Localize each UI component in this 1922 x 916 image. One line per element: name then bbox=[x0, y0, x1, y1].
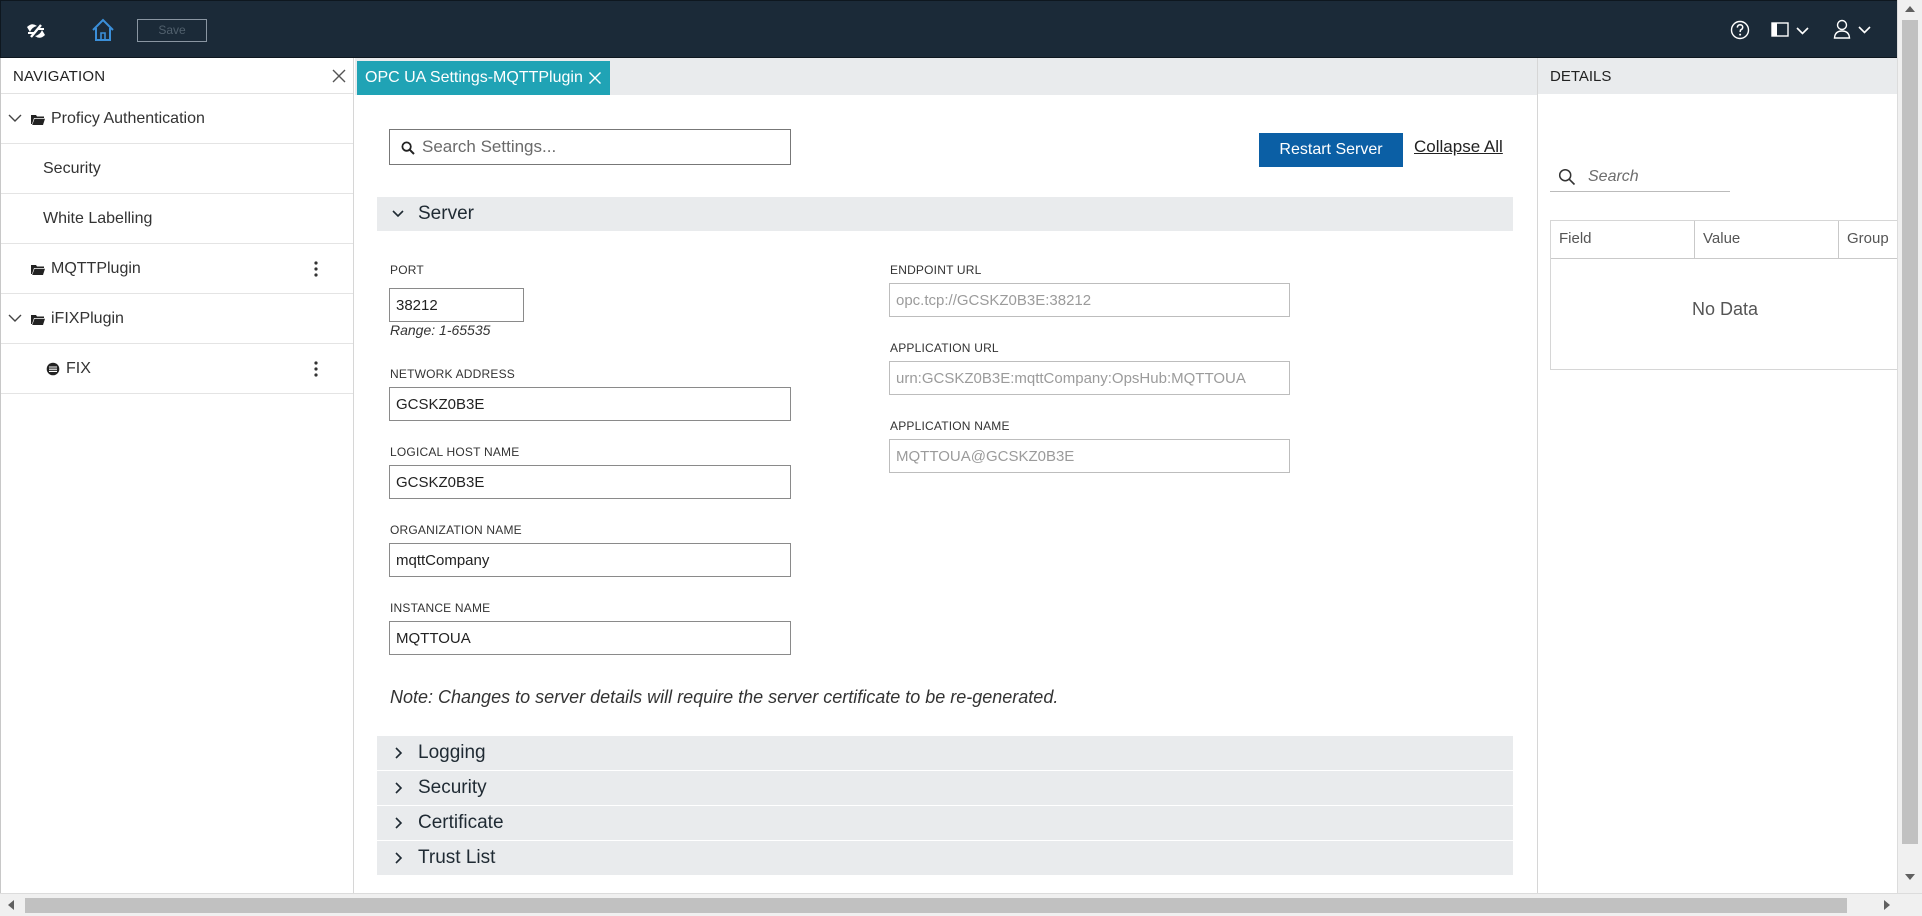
port-label: PORT bbox=[390, 263, 424, 277]
scroll-up-icon[interactable] bbox=[1905, 6, 1915, 12]
port-input[interactable] bbox=[389, 288, 524, 322]
application-name-label: APPLICATION NAME bbox=[890, 419, 1010, 433]
search-icon bbox=[1558, 168, 1576, 186]
folder-icon bbox=[31, 115, 45, 125]
server-note: Note: Changes to server details will req… bbox=[390, 687, 1059, 707]
scroll-left-icon[interactable] bbox=[8, 900, 14, 910]
tab-strip: OPC UA Settings-MQTTPlugin bbox=[355, 58, 1537, 95]
section-title: Server bbox=[418, 203, 474, 224]
tree-item-label: Proficy Authentication bbox=[51, 110, 205, 127]
app-logo-icon[interactable] bbox=[23, 18, 49, 44]
tree-item-label: iFIXPlugin bbox=[51, 310, 124, 327]
instance-name-input[interactable] bbox=[389, 621, 791, 655]
logical-host-name-input[interactable] bbox=[389, 465, 791, 499]
scroll-right-icon[interactable] bbox=[1884, 900, 1890, 910]
navigation-title: NAVIGATION bbox=[13, 68, 106, 85]
chevron-right-icon bbox=[395, 817, 403, 829]
section-trust-list-header[interactable]: Trust List bbox=[377, 841, 1513, 875]
save-button[interactable]: Save bbox=[137, 19, 207, 42]
search-icon bbox=[401, 141, 415, 155]
details-search-box[interactable] bbox=[1550, 162, 1730, 192]
instance-name-label: INSTANCE NAME bbox=[390, 601, 491, 615]
more-options-icon[interactable] bbox=[313, 260, 319, 278]
details-header: DETAILS bbox=[1538, 58, 1897, 94]
database-icon bbox=[46, 362, 60, 376]
search-settings-box[interactable] bbox=[389, 129, 791, 165]
details-table-header: Field Value Group bbox=[1551, 221, 1899, 259]
network-address-input[interactable] bbox=[389, 387, 791, 421]
tree-item-proficy-authentication[interactable]: Proficy Authentication bbox=[1, 94, 353, 144]
tree-item-white-labelling[interactable]: White Labelling bbox=[1, 194, 353, 244]
tree-item-label: Security bbox=[43, 160, 101, 177]
restart-server-button[interactable]: Restart Server bbox=[1259, 133, 1403, 167]
organization-name-label: ORGANIZATION NAME bbox=[390, 523, 522, 537]
details-title: DETAILS bbox=[1550, 68, 1612, 85]
tab-label: OPC UA Settings-MQTTPlugin bbox=[365, 69, 583, 86]
port-range-note: Range: 1-65535 bbox=[390, 322, 491, 338]
column-header-group[interactable]: Group bbox=[1839, 221, 1899, 259]
section-certificate-header[interactable]: Certificate bbox=[377, 806, 1513, 840]
scrollbar-thumb[interactable] bbox=[25, 898, 1847, 913]
chevron-down-icon[interactable] bbox=[8, 312, 22, 324]
organization-name-input[interactable] bbox=[389, 543, 791, 577]
network-address-label: NETWORK ADDRESS bbox=[390, 367, 516, 381]
search-settings-input[interactable] bbox=[422, 136, 782, 158]
horizontal-scrollbar[interactable] bbox=[0, 893, 1922, 916]
user-icon[interactable] bbox=[1833, 18, 1879, 42]
close-icon[interactable] bbox=[588, 71, 602, 85]
application-url-label: APPLICATION URL bbox=[890, 341, 999, 355]
chevron-down-icon bbox=[392, 210, 404, 218]
folder-icon bbox=[31, 265, 45, 275]
settings-content: Restart Server Collapse All Server PORT … bbox=[355, 95, 1537, 893]
endpoint-url-label: ENDPOINT URL bbox=[890, 263, 982, 277]
navigation-panel: NAVIGATION Proficy Authentication Securi… bbox=[0, 58, 354, 893]
vertical-scrollbar[interactable] bbox=[1897, 0, 1922, 893]
chevron-right-icon bbox=[395, 852, 403, 864]
tree-item-ifixplugin[interactable]: iFIXPlugin bbox=[1, 294, 353, 344]
chevron-down-icon[interactable] bbox=[8, 112, 22, 124]
tab-opc-ua-settings[interactable]: OPC UA Settings-MQTTPlugin bbox=[357, 61, 610, 95]
logical-host-name-label: LOGICAL HOST NAME bbox=[390, 445, 520, 459]
details-table: Field Value Group No Data bbox=[1550, 220, 1899, 370]
application-name-input[interactable] bbox=[889, 439, 1290, 473]
tree-item-mqttplugin[interactable]: MQTTPlugin bbox=[1, 244, 353, 294]
navigation-header: NAVIGATION bbox=[1, 58, 353, 94]
home-icon[interactable] bbox=[89, 17, 117, 43]
help-icon[interactable] bbox=[1729, 19, 1751, 41]
tree-item-fix[interactable]: FIX bbox=[1, 344, 353, 394]
section-title: Security bbox=[418, 777, 487, 798]
details-search-input[interactable] bbox=[1588, 166, 1728, 188]
empty-state-text: No Data bbox=[1691, 299, 1759, 319]
scrollbar-thumb[interactable] bbox=[1902, 20, 1918, 844]
tree-item-security[interactable]: Security bbox=[1, 144, 353, 194]
section-security-header[interactable]: Security bbox=[377, 771, 1513, 805]
collapse-all-link[interactable]: Collapse All bbox=[1414, 137, 1503, 157]
column-header-value[interactable]: Value bbox=[1695, 221, 1839, 259]
tree-item-label: FIX bbox=[66, 360, 91, 377]
top-bar: Save bbox=[0, 0, 1922, 58]
chevron-right-icon bbox=[395, 782, 403, 794]
tree-item-label: MQTTPlugin bbox=[51, 260, 141, 277]
more-options-icon[interactable] bbox=[313, 360, 319, 378]
layout-panel-icon[interactable] bbox=[1771, 19, 1817, 41]
section-title: Certificate bbox=[418, 812, 504, 833]
tree-item-label: White Labelling bbox=[43, 210, 153, 227]
section-title: Trust List bbox=[418, 847, 496, 868]
folder-icon bbox=[31, 315, 45, 325]
close-icon[interactable] bbox=[331, 68, 347, 84]
section-logging-header[interactable]: Logging bbox=[377, 736, 1513, 770]
chevron-right-icon bbox=[395, 747, 403, 759]
scroll-down-icon[interactable] bbox=[1905, 874, 1915, 880]
section-server-header[interactable]: Server bbox=[377, 197, 1513, 231]
application-url-input[interactable] bbox=[889, 361, 1290, 395]
details-panel: DETAILS Field Value Group No Data bbox=[1537, 58, 1899, 893]
section-title: Logging bbox=[418, 742, 486, 763]
endpoint-url-input[interactable] bbox=[889, 283, 1290, 317]
column-header-field[interactable]: Field bbox=[1551, 221, 1695, 259]
